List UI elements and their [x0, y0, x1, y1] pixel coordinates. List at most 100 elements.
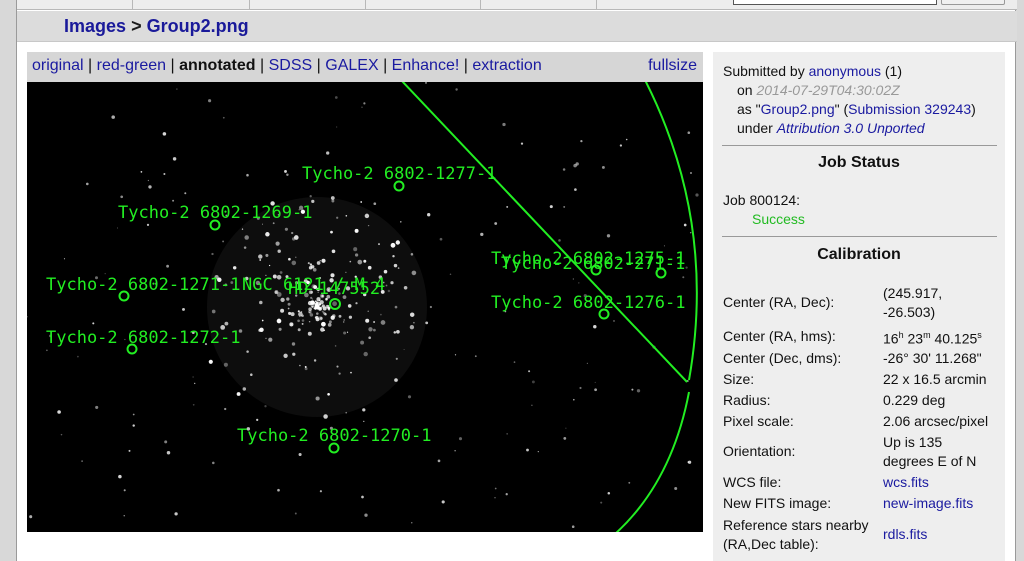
star [565, 427, 567, 429]
star [297, 319, 300, 323]
annotation-label: Tycho-2 6802-1276-1 [491, 293, 685, 313]
ra-seconds-unit: s [977, 330, 982, 340]
star [368, 336, 372, 340]
star [316, 312, 319, 315]
license-link[interactable]: Attribution 3.0 Unported [777, 120, 925, 136]
star [172, 199, 175, 202]
tab-sdss[interactable]: SDSS [269, 57, 313, 74]
star [571, 525, 575, 528]
breadcrumb-file-link[interactable]: Group2.png [147, 16, 249, 36]
star [380, 313, 382, 316]
star [332, 301, 337, 307]
star [265, 337, 267, 340]
tab-separator: | [463, 57, 468, 74]
star [343, 319, 346, 321]
star [394, 378, 398, 382]
star [578, 282, 580, 284]
nav-tab[interactable] [596, 0, 597, 10]
star [275, 241, 280, 246]
star [367, 310, 369, 312]
star [526, 448, 529, 452]
star [574, 188, 577, 191]
submitter-link[interactable]: anonymous [809, 63, 881, 79]
tab-separator: | [316, 57, 321, 74]
tab-original[interactable]: original [32, 57, 84, 74]
star [364, 513, 368, 517]
search-button[interactable] [941, 0, 1005, 5]
star [123, 489, 126, 492]
star [321, 304, 325, 308]
star [327, 392, 330, 396]
star [321, 321, 326, 327]
center-hms-label: Center (RA, hms): [723, 328, 836, 344]
star [403, 286, 408, 290]
submission-link[interactable]: Submission 329243 [848, 101, 971, 117]
star [424, 82, 428, 84]
star [393, 263, 398, 268]
star [291, 260, 297, 266]
ra-seconds: 40.125 [930, 330, 978, 347]
star [354, 253, 359, 257]
breadcrumb-images-link[interactable]: Images [64, 16, 126, 36]
star [409, 312, 415, 317]
star [607, 491, 611, 495]
star [307, 300, 313, 306]
star [537, 451, 539, 453]
star [363, 102, 366, 105]
nav-tab[interactable] [480, 0, 481, 10]
tab-red-green[interactable]: red-green [97, 57, 166, 74]
star [277, 488, 280, 492]
star [411, 270, 417, 276]
star [613, 320, 615, 322]
star [572, 278, 574, 280]
star [410, 253, 414, 256]
star [304, 365, 307, 368]
star [60, 433, 63, 436]
star [682, 276, 685, 279]
search-input[interactable] [733, 0, 937, 5]
top-navigation [17, 0, 1017, 10]
star [288, 257, 291, 261]
star [300, 311, 303, 313]
annotation-label: Tycho-2 6802-1277-1 [302, 164, 496, 184]
tab-enhance[interactable]: Enhance! [392, 57, 460, 74]
as-mid: " ( [834, 101, 849, 117]
star [663, 245, 665, 247]
star [307, 331, 312, 336]
wcs-file-value: wcs.fits [883, 473, 929, 492]
submission-info-panel: Submitted by anonymous (1) on 2014-07-29… [713, 52, 1005, 561]
star [383, 269, 388, 274]
star [563, 205, 566, 208]
annotated-sky-image[interactable]: Tycho-2 6802-1277-1 Tycho-2 6802-1269-1 … [27, 82, 703, 532]
star [355, 302, 358, 305]
star [327, 323, 332, 327]
submitted-by-label: Submitted by [723, 63, 805, 79]
wcs-file-link[interactable]: wcs.fits [883, 474, 929, 490]
star [427, 213, 431, 217]
sky-annotation-overlay: Tycho-2 6802-1277-1 Tycho-2 6802-1269-1 … [27, 82, 699, 532]
center-radec-label: Center (RA, Dec): [723, 294, 835, 310]
star [321, 310, 324, 313]
star [164, 440, 168, 444]
star [625, 138, 628, 141]
nav-tab[interactable] [365, 0, 366, 10]
star [353, 247, 358, 252]
fullsize-link[interactable]: fullsize [648, 57, 697, 75]
new-fits-link[interactable]: new-image.fits [883, 495, 973, 511]
filename-link[interactable]: Group2.png [761, 101, 835, 117]
nav-tab[interactable] [249, 0, 250, 10]
tab-extraction[interactable]: extraction [472, 57, 541, 74]
submitter-count: (1) [884, 63, 903, 79]
star [373, 328, 376, 332]
star [236, 392, 241, 396]
star [222, 116, 225, 119]
star [606, 234, 611, 238]
tab-separator: | [170, 57, 175, 74]
star [690, 172, 692, 174]
tab-annotated[interactable]: annotated [179, 57, 255, 74]
submitted-as-line: as "Group2.png" (Submission 329243) [737, 101, 976, 117]
nav-tab[interactable] [132, 0, 133, 10]
star [27, 316, 28, 318]
tab-galex[interactable]: GALEX [325, 57, 378, 74]
rdls-file-link[interactable]: rdls.fits [883, 526, 927, 542]
